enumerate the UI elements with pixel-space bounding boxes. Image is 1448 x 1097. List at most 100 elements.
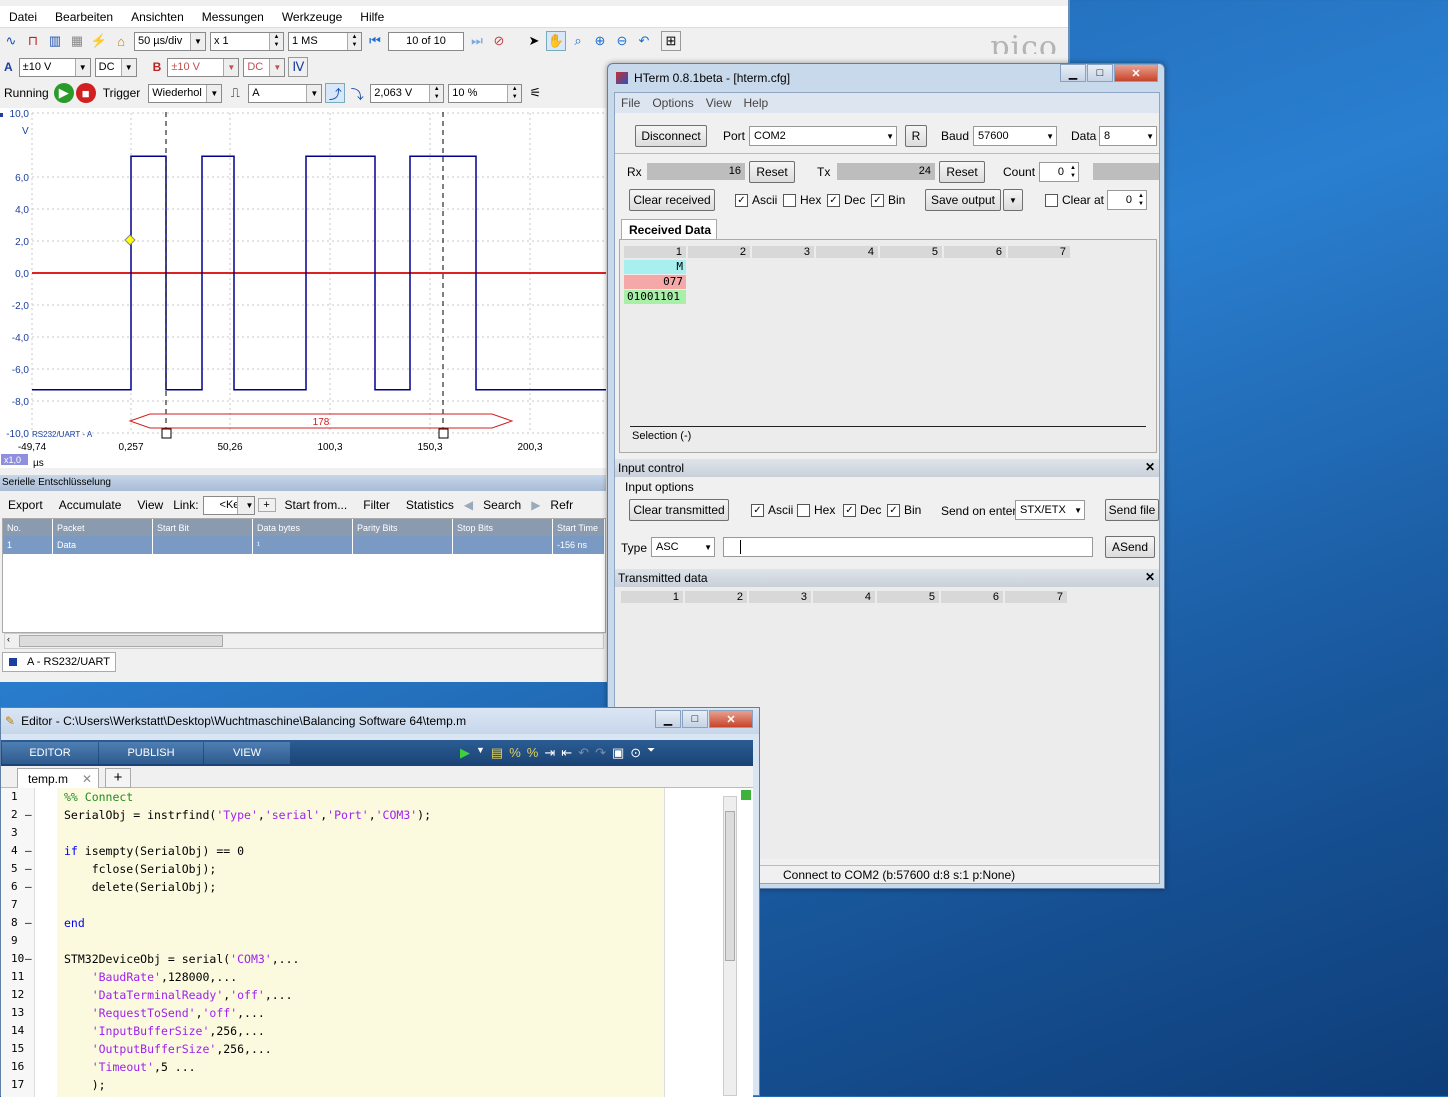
breakpoint-marker[interactable]: – [25, 808, 32, 821]
clear-received-button[interactable]: Clear received [629, 189, 715, 211]
send-on-enter-select[interactable]: STX/ETX ▼ [1015, 500, 1085, 520]
column-header[interactable]: Parity Bits [353, 519, 453, 536]
decode-tab[interactable]: A - RS232/UART [2, 652, 116, 672]
dec-checkbox[interactable]: ✓ Dec [827, 193, 865, 207]
link-select[interactable]: <Keine▼ [202, 495, 255, 515]
undo-zoom-icon[interactable]: ↶ [634, 31, 654, 51]
filter-button[interactable]: Filter [355, 498, 398, 512]
zoom-spinner[interactable]: x 1 ▲ ▼ [210, 31, 284, 51]
zoom-out-icon[interactable]: ⊖ [612, 31, 632, 51]
column-header[interactable]: Data bytes [253, 519, 353, 536]
received-data-tab[interactable]: Received Data [621, 219, 717, 239]
spectrum-mode-icon[interactable]: ▥ [45, 31, 65, 51]
last-capture-icon[interactable]: ⏭ [467, 31, 487, 51]
redo-icon[interactable]: ↷ [595, 745, 606, 761]
menu-werkzeuge[interactable]: Werkzeuge [273, 10, 351, 24]
capture-counter[interactable]: 10 of 10 [388, 31, 464, 51]
column-header[interactable]: No. [3, 519, 53, 536]
close-icon[interactable]: ✕ [1114, 64, 1158, 82]
pointer-tool-icon[interactable]: ➤ [524, 31, 544, 51]
input-hex-checkbox[interactable]: Hex [797, 503, 835, 517]
bin-checkbox[interactable]: ✓ Bin [871, 193, 905, 207]
outdent-icon[interactable]: ⇤ [561, 745, 572, 761]
menu-options[interactable]: Options [646, 96, 699, 110]
input-bin-checkbox[interactable]: ✓ Bin [887, 503, 921, 517]
search-next-icon[interactable]: ▶ [529, 498, 542, 512]
code-line[interactable]: if isempty(SerialObj) == 0 [64, 844, 244, 858]
editor-titlebar[interactable]: ✎ Editor - C:\Users\Werkstatt\Desktop\Wu… [1, 708, 759, 734]
maximize-icon[interactable]: □ [1087, 64, 1113, 82]
channel-b-range[interactable]: ±10 V ▼ [167, 57, 240, 77]
input-ascii-checkbox[interactable]: ✓ Ascii [751, 503, 793, 517]
input-dec-checkbox[interactable]: ✓ Dec [843, 503, 881, 517]
code-area[interactable]: 1 2–3 4–5–6–7 8–9 10–11 12 13 14 15 16 17 %% Conne… [1, 788, 753, 1097]
trigger-source-select[interactable]: A ▼ [248, 83, 323, 103]
comment-icon[interactable]: % [509, 745, 521, 761]
scroll-thumb[interactable] [19, 635, 223, 647]
first-capture-icon[interactable]: ⏮ [365, 31, 385, 51]
code-line[interactable]: ); [64, 1078, 106, 1092]
count-spinner[interactable]: 0 ▲ ▼ [1039, 162, 1079, 182]
hterm-titlebar[interactable]: HTerm 0.8.1beta - [hterm.cfg] ▁ □ ✕ [608, 64, 1164, 92]
code-line[interactable]: 'BaudRate',128000,... [64, 970, 237, 984]
channel-b-coupling[interactable]: DC ▼ [243, 57, 286, 77]
trigger-level-spinner[interactable]: 2,063 V ▲ ▼ [370, 83, 445, 103]
data-bits-select[interactable]: 8 ▼ [1099, 126, 1157, 146]
code-line[interactable]: 'DataTerminalReady','off',... [64, 988, 293, 1002]
home-icon[interactable]: ⌂ [111, 31, 131, 51]
trigger-marker[interactable] [124, 234, 136, 246]
asend-button[interactable]: ASend [1105, 536, 1155, 558]
breakpoint-marker[interactable]: – [25, 880, 32, 893]
code-line[interactable]: %% Connect [64, 790, 133, 804]
column-header[interactable]: Packet [53, 519, 153, 536]
statistics-button[interactable]: Statistics [398, 498, 462, 512]
scroll-thumb[interactable] [725, 811, 735, 961]
channel-a-coupling[interactable]: DC ▼ [94, 57, 137, 77]
tab-publish[interactable]: PUBLISH [99, 742, 203, 764]
refresh-button[interactable]: Refr [542, 498, 581, 512]
new-tab-icon[interactable]: + [105, 768, 131, 788]
column-header[interactable]: Start Bit [153, 519, 253, 536]
refresh-ports-button[interactable]: R [905, 125, 927, 147]
save-output-button[interactable]: Save output [925, 189, 1001, 211]
send-file-button[interactable]: Send file [1105, 499, 1159, 521]
undo-icon[interactable]: ↶ [578, 745, 589, 761]
timebase-select[interactable]: 50 µs/div ▼ [134, 31, 206, 51]
tab-view[interactable]: VIEW [204, 742, 290, 764]
indent-icon[interactable]: ⇥ [544, 745, 555, 761]
rising-edge-icon[interactable]: ⤴ [325, 83, 346, 103]
table-row[interactable]: 1 Data ¹ -156 ns [3, 536, 605, 554]
code-line[interactable]: 'OutputBufferSize',256,... [64, 1042, 272, 1056]
hex-checkbox[interactable]: Hex [783, 193, 821, 207]
menu-messungen[interactable]: Messungen [193, 10, 273, 24]
hand-tool-icon[interactable]: ✋ [546, 31, 566, 51]
run-section-icon[interactable]: ▤ [491, 745, 503, 761]
close-icon[interactable]: ✕ [709, 710, 753, 728]
menu-file[interactable]: File [615, 96, 646, 110]
breakpoint-marker[interactable]: – [25, 952, 32, 965]
port-select[interactable]: COM2 ▼ [749, 126, 897, 146]
save-output-dropdown-icon[interactable]: ▼ [1003, 189, 1023, 211]
breakpoint-marker[interactable]: – [25, 862, 32, 875]
trigger-mode-select[interactable]: Wiederhol ▼ [148, 83, 223, 103]
close-tab-icon[interactable]: ✕ [82, 772, 92, 786]
menu-datei[interactable]: Datei [0, 10, 46, 24]
menu-bearbeiten[interactable]: Bearbeiten [46, 10, 122, 24]
help-icon[interactable]: ⊙ [630, 745, 641, 761]
navigate-icon[interactable]: ⊘ [489, 31, 509, 51]
scope-mode-icon[interactable]: ∿ [1, 31, 21, 51]
code-line[interactable]: fclose(SerialObj); [64, 862, 217, 876]
ruler-2-handle[interactable] [438, 428, 449, 439]
probe-icon[interactable]: ⚡ [89, 31, 109, 51]
menu-hilfe[interactable]: Hilfe [351, 10, 393, 24]
channel-options-icon[interactable]: ▦ [67, 31, 87, 51]
tx-reset-button[interactable]: Reset [939, 161, 985, 183]
menu-view[interactable]: View [700, 96, 738, 110]
pretrigger-spinner[interactable]: 10 % ▲ ▼ [448, 83, 523, 103]
code-line[interactable]: 'InputBufferSize',256,... [64, 1024, 265, 1038]
trigger-edge-icon[interactable]: ⎍ [225, 83, 245, 103]
tab-editor[interactable]: EDITOR [2, 742, 98, 764]
zoom-in-icon[interactable]: ⊕ [590, 31, 610, 51]
search-button[interactable]: Search [475, 498, 529, 512]
clear-transmitted-button[interactable]: Clear transmitted [629, 499, 729, 521]
